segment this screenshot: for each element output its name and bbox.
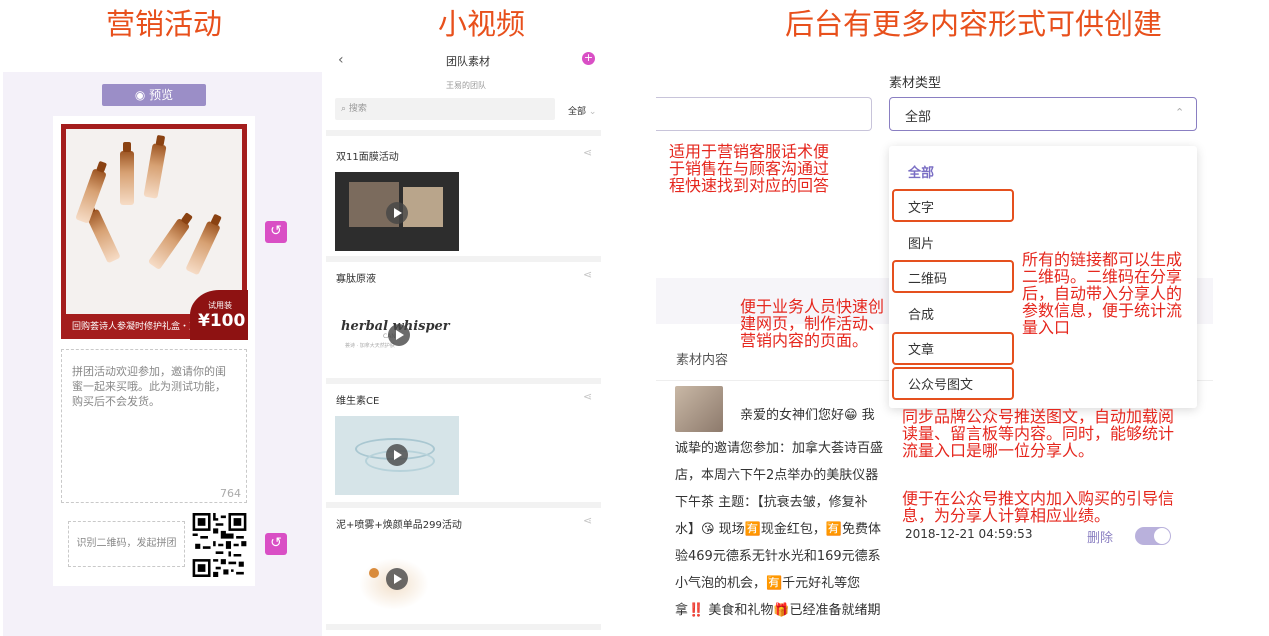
play-icon: [386, 202, 408, 224]
play-icon: [388, 324, 410, 346]
header-subtitle: 王易的团队: [446, 81, 486, 90]
highlight-wechat-article: [892, 367, 1014, 400]
share-icon[interactable]: ⋖: [583, 146, 592, 159]
type-select[interactable]: 全部 ⌃: [889, 97, 1197, 131]
note-purchase: 便于在公众号推文内加入购买的引导信息，为分享人计算相应业绩。: [902, 489, 1175, 525]
preview-button[interactable]: ◉ 预览: [102, 84, 206, 106]
price-tag: 试用装: [208, 301, 232, 310]
highlight-text: [892, 189, 1014, 222]
video-thumbnail-2[interactable]: herbal whisper CAN 荟诗 · 加拿大天然护肤: [335, 294, 459, 372]
header-title: 团队素材: [446, 55, 490, 68]
preview-label: 预览: [149, 88, 174, 102]
post-thumbnail: [675, 386, 723, 432]
highlight-qrcode: [892, 260, 1014, 293]
post-text: 诚挚的邀请您参加：加拿大荟诗百盛店，本周六下午2点举办的美肤仪器下午茶 主题：【…: [675, 441, 883, 618]
divider: [326, 502, 601, 508]
video-thumbnail-1[interactable]: [335, 172, 459, 251]
divider: [326, 256, 601, 262]
note-qrcode: 所有的链接都可以生成二维码。二维码在分享后，自动带入分享人的参数信息，便于统计流…: [1022, 250, 1183, 337]
table-header-bg-right: [1197, 278, 1213, 324]
qr-code-icon: [192, 513, 247, 577]
search-placeholder: 搜索: [348, 104, 367, 114]
option-composite[interactable]: 合成: [908, 304, 934, 323]
status-toggle[interactable]: [1135, 527, 1171, 545]
add-icon[interactable]: +: [582, 52, 595, 65]
brand-subtitle: 荟诗 · 加拿大天然护肤: [345, 343, 395, 349]
timestamp: 2018-12-21 04:59:53: [905, 527, 1033, 541]
search-icon: ⌕: [341, 104, 347, 114]
video-title-2: 寡肽原液: [336, 274, 376, 285]
char-count: 764: [220, 487, 241, 500]
video-title-3: 维生素CE: [336, 396, 380, 407]
chevron-down-icon: ⌄: [588, 107, 597, 117]
undo-icon-2[interactable]: ↺: [265, 533, 287, 555]
video-thumbnail-4[interactable]: [335, 540, 459, 619]
video-title-4: 泥+喷雾+焕颜单品299活动: [336, 520, 462, 531]
chevron-up-icon: ⌃: [1175, 106, 1185, 119]
option-all[interactable]: 全部: [908, 162, 934, 181]
divider: [326, 130, 601, 136]
textarea-text: 拼团活动欢迎参加，邀请你的闺蜜一起来买哦。此为测试功能，购买后不会发货。: [72, 365, 226, 408]
option-image[interactable]: 图片: [908, 233, 934, 252]
price-value: ¥100: [198, 311, 246, 331]
search-input[interactable]: ⌕ 搜索: [335, 98, 555, 120]
back-icon[interactable]: ‹: [338, 52, 344, 68]
delete-link[interactable]: 删除: [1087, 527, 1113, 546]
divider: [326, 624, 601, 630]
price: 试用装 ¥100: [198, 300, 246, 336]
note-wechat: 同步品牌公众号推送图文，自动加载阅读量、留言板等内容。同时，能够统计流量入口是哪…: [902, 407, 1175, 460]
type-label: 素材类型: [889, 76, 942, 91]
title-backend: 后台有更多内容形式可供创建: [785, 7, 1163, 41]
eye-icon: ◉: [134, 88, 146, 102]
share-icon[interactable]: ⋖: [583, 390, 592, 403]
title-short-video: 小视频: [438, 7, 526, 41]
toggle-knob: [1154, 528, 1170, 544]
search-field[interactable]: [656, 97, 872, 131]
video-thumbnail-3[interactable]: [335, 416, 459, 495]
divider: [326, 378, 601, 384]
select-value: 全部: [905, 110, 932, 125]
note-article: 便于业务人员快速创建网页，制作活动、营销内容的页面。: [740, 297, 885, 350]
highlight-article: [892, 332, 1014, 365]
filter-label: 全部: [568, 107, 587, 117]
activity-textarea[interactable]: 拼团活动欢迎参加，邀请你的闺蜜一起来买哦。此为测试功能，购买后不会发货。: [61, 349, 247, 503]
share-icon[interactable]: ⋖: [583, 514, 592, 527]
filter-dropdown[interactable]: 全部 ⌄: [568, 104, 596, 117]
video-title-1: 双11面膜活动: [336, 152, 399, 163]
post-text-first: 亲爱的女神们您好😁 我: [740, 408, 875, 423]
qr-hint-box[interactable]: 识别二维码，发起拼团: [68, 521, 185, 567]
product-photo: [66, 129, 242, 314]
play-icon: [386, 568, 408, 590]
content-label: 素材内容: [676, 353, 729, 368]
undo-icon[interactable]: ↺: [265, 221, 287, 243]
title-marketing: 营销活动: [106, 7, 223, 41]
play-icon: [386, 444, 408, 466]
share-icon[interactable]: ⋖: [583, 268, 592, 281]
note-text: 适用于营销客服话术便于销售在与顾客沟通过程快速找到对应的回答: [669, 142, 830, 195]
